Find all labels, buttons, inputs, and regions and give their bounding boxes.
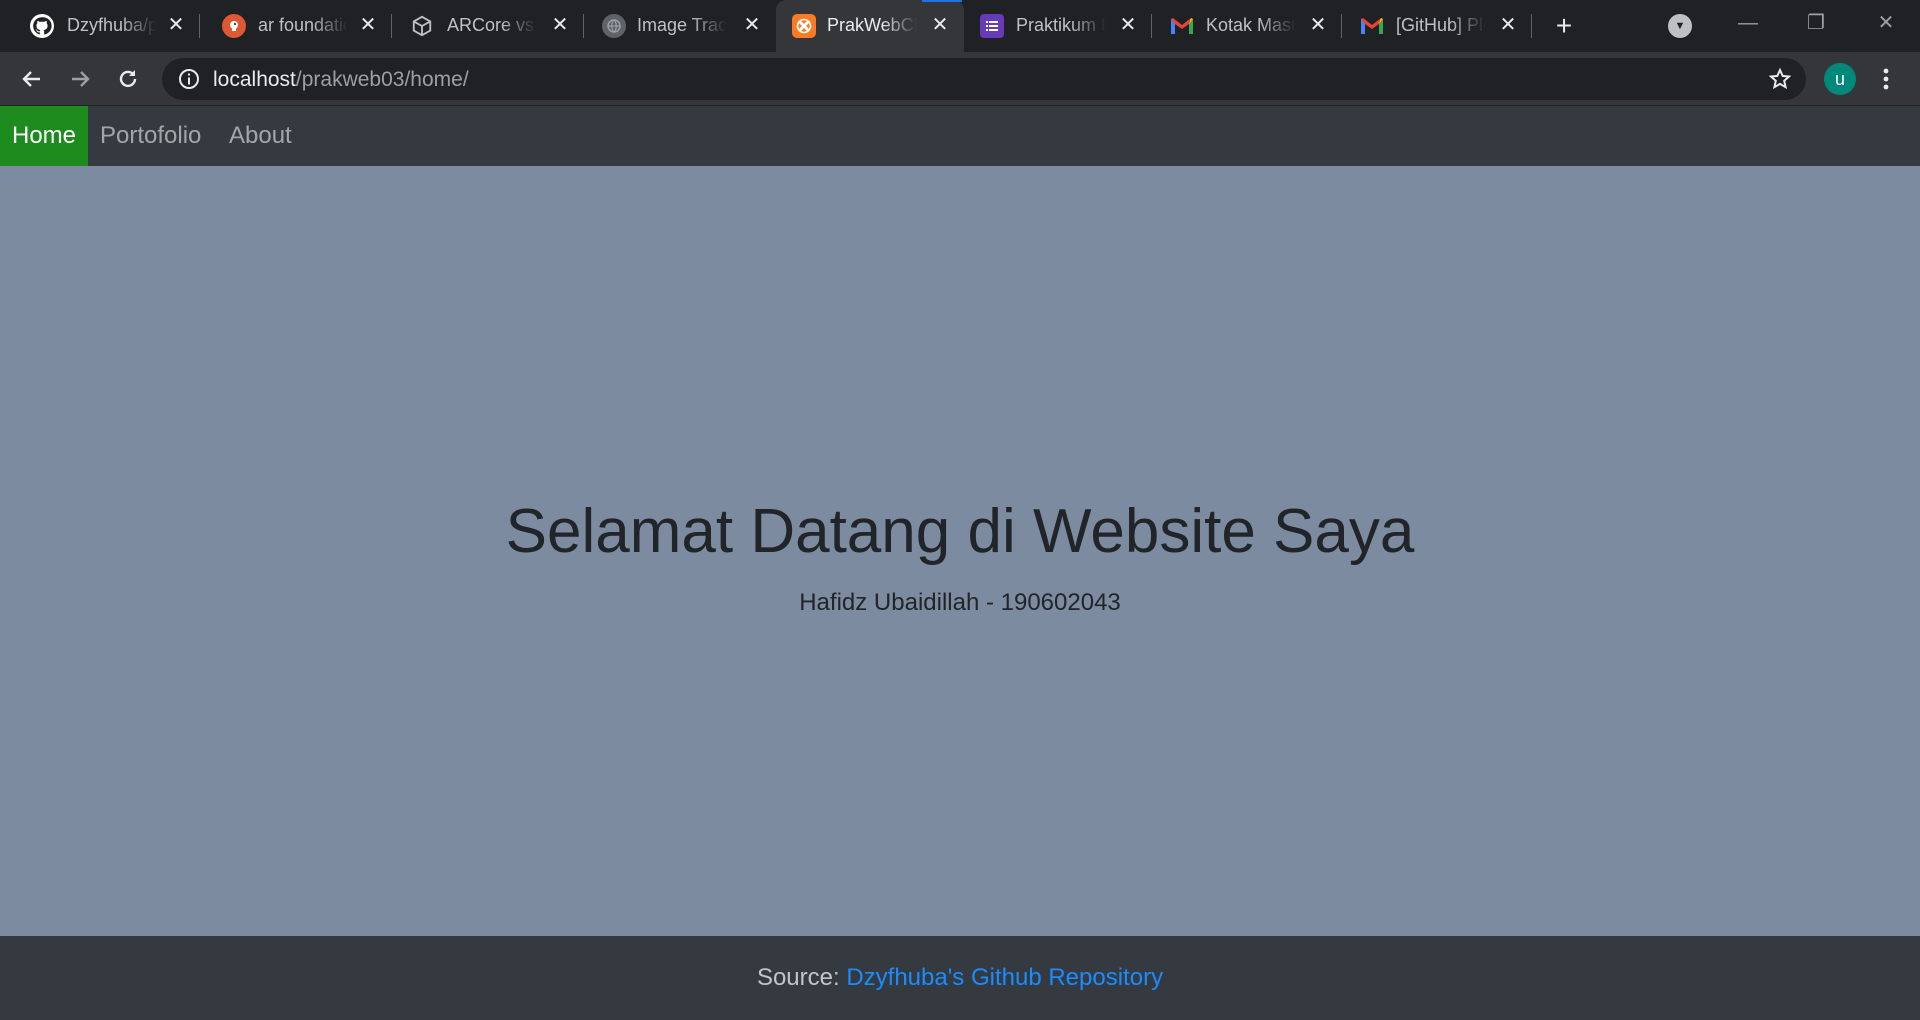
list-icon bbox=[980, 14, 1004, 38]
window-close-icon[interactable]: ✕ bbox=[1866, 8, 1906, 38]
hero-section: Selamat Datang di Website Saya Hafidz Ub… bbox=[0, 166, 1920, 936]
browser-tab[interactable]: [GitHub] Ple ✕ bbox=[1342, 0, 1532, 52]
close-icon[interactable]: ✕ bbox=[1116, 13, 1140, 37]
url-host: localhost bbox=[213, 68, 296, 91]
tab-title: Praktikum Pr bbox=[1016, 15, 1106, 35]
address-bar[interactable]: localhost/prakweb03/home/ bbox=[162, 58, 1806, 100]
reload-icon[interactable] bbox=[111, 62, 145, 96]
browser-tab[interactable]: Image Tracki ✕ bbox=[584, 0, 776, 52]
unity-icon bbox=[410, 14, 434, 38]
bookmark-star-icon[interactable] bbox=[1768, 67, 1792, 91]
tab-title: Kotak Masuk bbox=[1206, 15, 1296, 35]
close-icon[interactable]: ✕ bbox=[1306, 13, 1330, 37]
forward-icon[interactable] bbox=[63, 62, 97, 96]
tab-search-icon[interactable]: ▼ bbox=[1668, 14, 1692, 38]
hero-title: Selamat Datang di Website Saya bbox=[505, 497, 1415, 566]
tab-separator bbox=[1531, 14, 1532, 38]
browser-tab[interactable]: ar foundation ✕ bbox=[200, 0, 392, 52]
close-icon[interactable]: ✕ bbox=[356, 13, 380, 37]
tab-title: Image Tracki bbox=[637, 15, 727, 35]
tab-title: PrakWebCP bbox=[827, 15, 917, 35]
github-icon bbox=[30, 14, 54, 38]
new-tab-button[interactable]: + bbox=[1548, 12, 1580, 40]
page-viewport: Home Portofolio About Selamat Datang di … bbox=[0, 106, 1920, 1020]
browser-tab[interactable]: Praktikum Pr ✕ bbox=[964, 0, 1152, 52]
browser-tab[interactable]: ARCore vs AR ✕ bbox=[392, 0, 584, 52]
nav-home[interactable]: Home bbox=[0, 106, 89, 166]
footer-source-label: Source: bbox=[756, 964, 847, 991]
close-icon[interactable]: ✕ bbox=[928, 13, 952, 37]
site-navbar: Home Portofolio About bbox=[0, 106, 1920, 166]
site-footer: Source: Dzyfhuba's Github Repository bbox=[0, 936, 1920, 1020]
site-info-icon[interactable] bbox=[178, 68, 200, 90]
tab-title: ar foundation bbox=[258, 15, 348, 35]
browser-tab-strip: Dzyfhuba/pra ✕ ar foundation ✕ ARCore vs… bbox=[0, 0, 1920, 52]
browser-tab[interactable]: Dzyfhuba/pra ✕ bbox=[0, 0, 200, 52]
browser-toolbar: localhost/prakweb03/home/ u bbox=[0, 52, 1920, 106]
minimize-icon[interactable]: — bbox=[1728, 8, 1768, 38]
browser-tab-active[interactable]: PrakWebCP ✕ bbox=[776, 0, 964, 52]
tab-loading-indicator bbox=[922, 0, 962, 2]
profile-avatar[interactable]: u bbox=[1824, 63, 1856, 95]
nav-portofolio[interactable]: Portofolio bbox=[88, 106, 213, 166]
footer-repo-link[interactable]: Dzyfhuba's Github Repository bbox=[846, 964, 1163, 991]
duckduckgo-icon bbox=[222, 14, 246, 38]
restore-icon[interactable]: ❐ bbox=[1796, 8, 1836, 38]
back-icon[interactable] bbox=[15, 62, 49, 96]
gmail-icon bbox=[1360, 14, 1384, 38]
tab-title: Dzyfhuba/pra bbox=[67, 15, 157, 35]
browser-tab[interactable]: Kotak Masuk ✕ bbox=[1152, 0, 1342, 52]
nav-about[interactable]: About bbox=[217, 106, 304, 166]
xampp-icon bbox=[792, 14, 816, 38]
close-icon[interactable]: ✕ bbox=[548, 13, 572, 37]
close-icon[interactable]: ✕ bbox=[740, 13, 764, 37]
close-icon[interactable]: ✕ bbox=[1496, 13, 1520, 37]
url-path: /prakweb03/home/ bbox=[295, 68, 469, 91]
gmail-icon bbox=[1170, 14, 1194, 38]
globe-icon bbox=[602, 14, 626, 38]
hero-subtitle: Hafidz Ubaidillah - 190602043 bbox=[799, 589, 1121, 616]
url-text[interactable]: localhost/prakweb03/home/ bbox=[213, 68, 469, 92]
close-icon[interactable]: ✕ bbox=[164, 13, 188, 37]
tab-title: ARCore vs AR bbox=[447, 15, 537, 35]
more-menu-icon[interactable] bbox=[1874, 65, 1898, 93]
tab-title: [GitHub] Ple bbox=[1396, 15, 1486, 35]
